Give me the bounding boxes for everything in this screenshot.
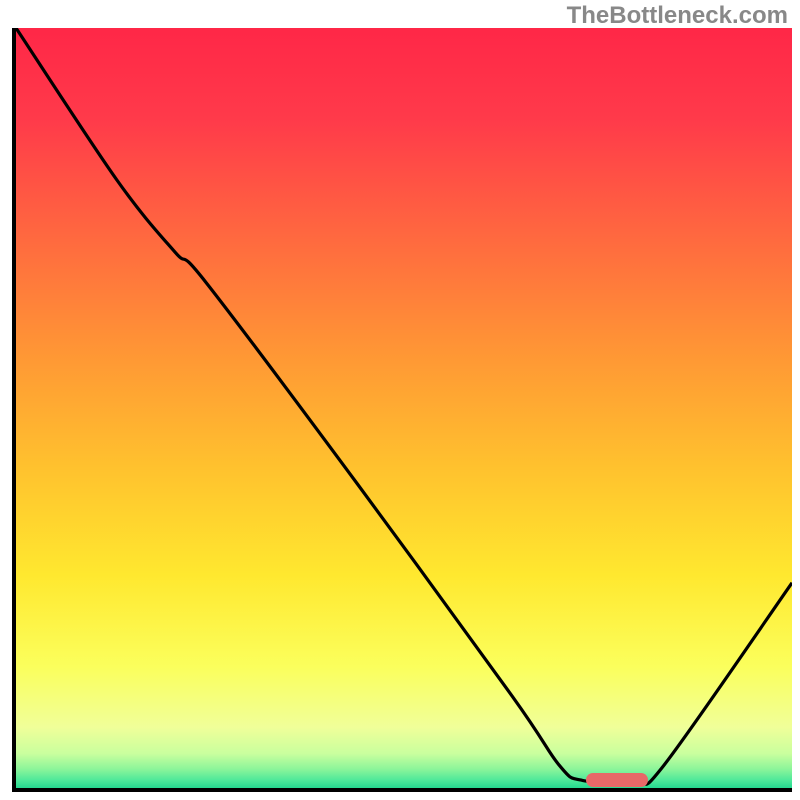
watermark-text: TheBottleneck.com: [567, 2, 788, 30]
optimum-range-marker: [586, 773, 648, 787]
plot-area: [12, 28, 792, 792]
bottleneck-curve: [16, 28, 792, 788]
bottleneck-chart: TheBottleneck.com: [0, 0, 800, 800]
